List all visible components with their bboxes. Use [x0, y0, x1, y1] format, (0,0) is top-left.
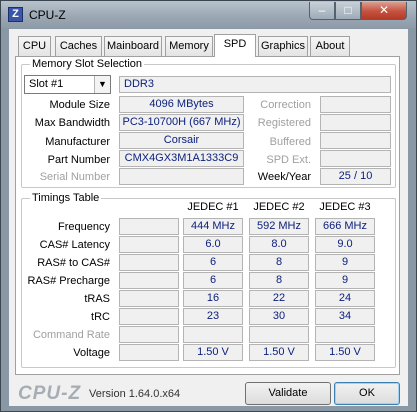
timing-cell: 34 [315, 308, 375, 325]
timing-row-label: tRC [91, 311, 110, 323]
timing-cell: 16 [183, 290, 243, 307]
max-bandwidth-label: Max Bandwidth [34, 117, 110, 129]
timing-cell: 1.50 V [183, 344, 243, 361]
timing-cell: 592 MHz [249, 218, 309, 235]
slot-select-value: Slot #1 [29, 78, 64, 90]
timings-table-title: Timings Table [30, 192, 102, 204]
timing-spacer-cell [119, 326, 179, 343]
timing-row-label: RAS# to CAS# [37, 257, 110, 269]
timing-cell: 23 [183, 308, 243, 325]
timing-spacer-cell [119, 344, 179, 361]
chevron-down-icon[interactable]: ▼ [94, 76, 110, 93]
timing-cell: 1.50 V [315, 344, 375, 361]
spd-ext-value [320, 150, 391, 167]
tab-caches[interactable]: Caches [55, 36, 102, 56]
ok-button[interactable]: OK [334, 382, 400, 405]
timing-spacer-cell [119, 254, 179, 271]
week-year-value: 25 / 10 [320, 168, 391, 185]
timing-cell: 8 [249, 254, 309, 271]
close-button[interactable]: ✕ [361, 2, 407, 20]
registered-value [320, 114, 391, 131]
timing-row-label: tRAS [84, 293, 110, 305]
slot-select[interactable]: Slot #1 ▼ [24, 75, 111, 94]
memory-type-value: DDR3 [119, 76, 391, 93]
timing-row-label: Frequency [58, 221, 110, 233]
part-number-label: Part Number [47, 154, 110, 166]
memory-slot-group-title: Memory Slot Selection [30, 58, 145, 70]
timing-cell: 444 MHz [183, 218, 243, 235]
timing-cell: 8.0 [249, 236, 309, 253]
timing-cell: 24 [315, 290, 375, 307]
tab-memory[interactable]: Memory [165, 36, 213, 56]
title-bar[interactable]: Z CPU-Z – □ ✕ [1, 1, 416, 28]
timing-row-label: Voltage [73, 347, 110, 359]
timing-cell: 666 MHz [315, 218, 375, 235]
window-title: CPU-Z [29, 8, 66, 22]
maximize-button[interactable]: □ [335, 2, 361, 20]
timing-cell: 1.50 V [249, 344, 309, 361]
validate-button[interactable]: Validate [245, 382, 331, 405]
timing-spacer-cell [119, 236, 179, 253]
timing-spacer-cell [119, 290, 179, 307]
timing-cell [249, 326, 309, 343]
module-size-value: 4096 MBytes [119, 96, 244, 113]
cpuz-app-icon: Z [8, 7, 23, 22]
spd-ext-label: SPD Ext. [266, 154, 311, 166]
timing-cell: 9 [315, 254, 375, 271]
module-size-label: Module Size [49, 99, 110, 111]
timing-cell: 8 [249, 272, 309, 289]
registered-label: Registered [257, 117, 311, 129]
cpuz-logo: CPU-Z [18, 383, 82, 404]
timing-spacer-cell [119, 308, 179, 325]
buffered-value [320, 132, 391, 149]
timing-cell: 6 [183, 272, 243, 289]
tab-cpu[interactable]: CPU [18, 36, 51, 56]
timing-cell: 9 [315, 272, 375, 289]
jedec-1-header: JEDEC #1 [187, 201, 239, 213]
max-bandwidth-value: PC3-10700H (667 MHz) [119, 114, 244, 131]
correction-value [320, 96, 391, 113]
timing-row-label: RAS# Precharge [27, 275, 110, 287]
tab-mainboard[interactable]: Mainboard [104, 36, 162, 56]
timing-cell: 6 [183, 254, 243, 271]
tab-graphics[interactable]: Graphics [258, 36, 308, 56]
jedec-3-header: JEDEC #3 [319, 201, 371, 213]
minimize-button[interactable]: – [309, 2, 335, 20]
serial-number-label: Serial Number [39, 171, 110, 183]
timing-row-label: CAS# Latency [39, 239, 110, 251]
timing-row-label: Command Rate [32, 329, 110, 341]
buffered-label: Buffered [269, 136, 311, 148]
manufacturer-label: Manufacturer [45, 136, 110, 148]
timing-cell [183, 326, 243, 343]
manufacturer-value: Corsair [119, 132, 244, 149]
version-text: Version 1.64.0.x64 [89, 388, 181, 400]
timing-cell [315, 326, 375, 343]
timing-cell: 6.0 [183, 236, 243, 253]
timing-cell: 30 [249, 308, 309, 325]
week-year-label: Week/Year [257, 171, 311, 183]
timing-cell: 9.0 [315, 236, 375, 253]
timing-cell: 22 [249, 290, 309, 307]
part-number-value: CMX4GX3M1A1333C9 [119, 150, 244, 167]
tab-spd[interactable]: SPD [214, 34, 256, 57]
timing-spacer-cell [119, 218, 179, 235]
tab-about[interactable]: About [310, 36, 350, 56]
timing-spacer-cell [119, 272, 179, 289]
serial-number-value [119, 168, 244, 185]
correction-label: Correction [260, 99, 311, 111]
jedec-2-header: JEDEC #2 [253, 201, 305, 213]
